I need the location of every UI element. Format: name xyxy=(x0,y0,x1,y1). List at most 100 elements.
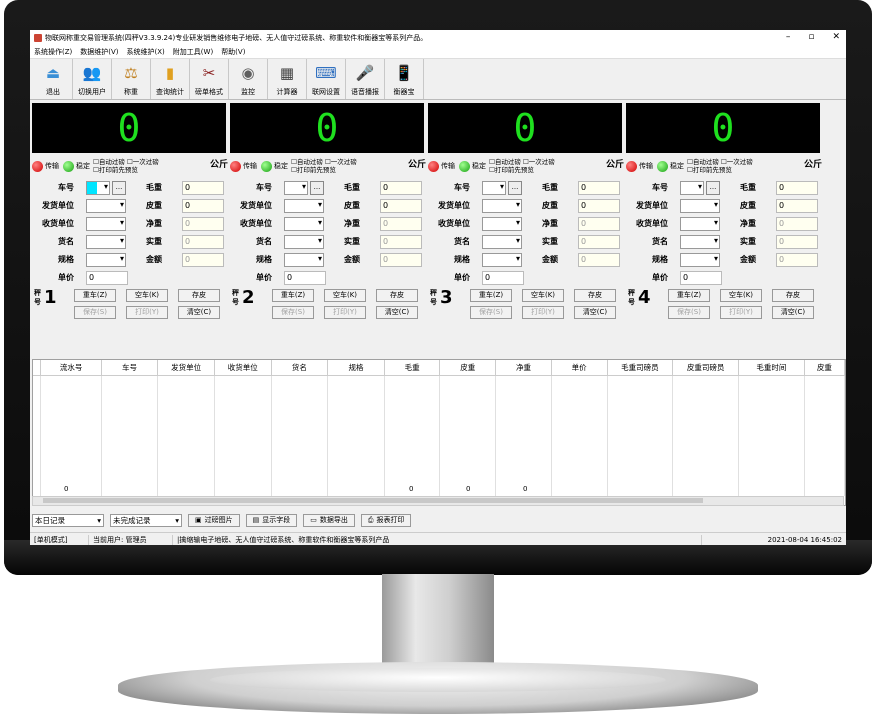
save-button[interactable]: 保存(S) xyxy=(74,306,116,319)
field-select[interactable] xyxy=(284,253,324,267)
save-tare-button[interactable]: 存皮 xyxy=(772,289,814,302)
save-button[interactable]: 保存(S) xyxy=(272,306,314,319)
toolbar-button-2[interactable]: ⚖ 称重 xyxy=(112,59,151,99)
save-tare-button[interactable]: 存皮 xyxy=(574,289,616,302)
field-select[interactable] xyxy=(482,217,522,231)
show-fields-button[interactable]: ▤ 显示字段 xyxy=(245,513,298,527)
field-select[interactable] xyxy=(86,253,126,267)
empty-car-button[interactable]: 空车(K) xyxy=(720,289,762,302)
toolbar-button-5[interactable]: ◉ 监控 xyxy=(229,59,268,99)
column-header[interactable]: 毛重 xyxy=(384,360,441,376)
save-button[interactable]: 保存(S) xyxy=(668,306,710,319)
toolbar-button-3[interactable]: ▮ 查询统计 xyxy=(151,59,190,99)
clear-button[interactable]: 清空(C) xyxy=(574,306,616,319)
column-header[interactable]: 发货单位 xyxy=(157,360,215,376)
save-button[interactable]: 保存(S) xyxy=(470,306,512,319)
column-header[interactable]: 单价 xyxy=(551,360,608,376)
empty-car-button[interactable]: 空车(K) xyxy=(324,289,366,302)
field-select[interactable] xyxy=(284,217,324,231)
field-select[interactable] xyxy=(86,235,126,249)
auto-weigh-checkbox[interactable]: ☐自动过磅 ☐一次过磅 xyxy=(93,158,159,166)
column-header[interactable]: 收货单位 xyxy=(214,360,272,376)
empty-car-button[interactable]: 空车(K) xyxy=(126,289,168,302)
price-input[interactable]: 0 xyxy=(482,271,524,285)
menu-item-maintenance[interactable]: 系统维护(X) xyxy=(127,47,165,57)
column-header[interactable]: 流水号 xyxy=(40,360,102,376)
price-input[interactable]: 0 xyxy=(680,271,722,285)
field-select[interactable] xyxy=(680,217,720,231)
field-select[interactable] xyxy=(284,199,324,213)
gross-button[interactable]: 重车(Z) xyxy=(272,289,314,302)
price-input[interactable]: 0 xyxy=(86,271,128,285)
table-row xyxy=(33,436,845,448)
export-button[interactable]: ▭ 数据导出 xyxy=(303,513,355,527)
plate-browse-button[interactable]: ... xyxy=(112,181,126,195)
toolbar-button-1[interactable]: 👥 切换用户 xyxy=(73,59,112,99)
plate-browse-button[interactable]: ... xyxy=(508,181,522,195)
status-filter-select[interactable]: 未完成记录 xyxy=(110,513,182,527)
price-input[interactable]: 0 xyxy=(284,271,326,285)
maximize-button[interactable]: ▫ xyxy=(808,32,814,42)
column-header[interactable]: 车号 xyxy=(101,360,159,376)
plate-browse-button[interactable]: ... xyxy=(310,181,324,195)
gross-button[interactable]: 重车(Z) xyxy=(668,289,710,302)
column-header[interactable]: 净重 xyxy=(495,360,552,376)
horizontal-scrollbar[interactable] xyxy=(32,496,844,506)
column-header[interactable]: 皮重 xyxy=(804,360,845,376)
save-tare-button[interactable]: 存皮 xyxy=(376,289,418,302)
column-header[interactable]: 皮重 xyxy=(439,360,497,376)
field-select[interactable] xyxy=(86,217,126,231)
empty-car-button[interactable]: 空车(K) xyxy=(522,289,564,302)
clear-button[interactable]: 清空(C) xyxy=(178,306,220,319)
toolbar-button-9[interactable]: 📱 衡器宝 xyxy=(385,59,424,99)
date-filter-select[interactable]: 本日记录 xyxy=(32,513,104,527)
clear-button[interactable]: 清空(C) xyxy=(772,306,814,319)
close-button[interactable]: ✕ xyxy=(832,32,840,42)
print-button[interactable]: 打印(Y) xyxy=(522,306,564,319)
column-header[interactable]: 货名 xyxy=(271,360,329,376)
column-header[interactable]: 规格 xyxy=(327,360,385,376)
field-select[interactable] xyxy=(482,181,506,195)
field-select[interactable] xyxy=(680,235,720,249)
plate-browse-button[interactable]: ... xyxy=(706,181,720,195)
print-preview-checkbox[interactable]: ☐打印前先预览 xyxy=(687,166,753,174)
field-select[interactable] xyxy=(482,199,522,213)
auto-weigh-checkbox[interactable]: ☐自动过磅 ☐一次过磅 xyxy=(489,158,555,166)
print-button[interactable]: 打印(Y) xyxy=(720,306,762,319)
print-preview-checkbox[interactable]: ☐打印前先预览 xyxy=(93,166,159,174)
print-button[interactable]: 打印(Y) xyxy=(324,306,366,319)
field-select[interactable] xyxy=(482,253,522,267)
print-preview-checkbox[interactable]: ☐打印前先预览 xyxy=(291,166,357,174)
field-select[interactable] xyxy=(680,181,704,195)
toolbar-button-8[interactable]: 🎤 语音播报 xyxy=(346,59,385,99)
weigh-images-button[interactable]: ▣ 过磅图片 xyxy=(188,513,240,527)
field-select[interactable] xyxy=(284,235,324,249)
toolbar-button-0[interactable]: ⏏ 退出 xyxy=(34,59,73,99)
auto-weigh-checkbox[interactable]: ☐自动过磅 ☐一次过磅 xyxy=(687,158,753,166)
gross-button[interactable]: 重车(Z) xyxy=(470,289,512,302)
menu-item-help[interactable]: 帮助(V) xyxy=(221,47,245,57)
field-select[interactable] xyxy=(680,199,720,213)
print-button[interactable]: 打印(Y) xyxy=(126,306,168,319)
column-header[interactable]: 毛重时间 xyxy=(738,360,805,376)
auto-weigh-checkbox[interactable]: ☐自动过磅 ☐一次过磅 xyxy=(291,158,357,166)
menu-item-tools[interactable]: 附加工具(W) xyxy=(173,47,213,57)
field-select[interactable] xyxy=(482,235,522,249)
menu-item-data[interactable]: 数据维护(V) xyxy=(80,47,118,57)
field-select[interactable] xyxy=(284,181,308,195)
print-preview-checkbox[interactable]: ☐打印前先预览 xyxy=(489,166,555,174)
report-print-button[interactable]: ⎙ 报表打印 xyxy=(360,513,412,527)
menu-item-system-ops[interactable]: 系统操作(Z) xyxy=(34,47,72,57)
column-header[interactable]: 皮重司磅员 xyxy=(672,360,739,376)
toolbar-button-6[interactable]: ▦ 计算器 xyxy=(268,59,307,99)
column-header[interactable]: 毛重司磅员 xyxy=(607,360,674,376)
minimize-button[interactable]: – xyxy=(786,32,791,42)
toolbar-button-4[interactable]: ✂ 磅单格式 xyxy=(190,59,229,99)
gross-button[interactable]: 重车(Z) xyxy=(74,289,116,302)
clear-button[interactable]: 清空(C) xyxy=(376,306,418,319)
field-select[interactable] xyxy=(680,253,720,267)
field-select[interactable] xyxy=(86,199,126,213)
toolbar-button-7[interactable]: ⌨ 联网设置 xyxy=(307,59,346,99)
save-tare-button[interactable]: 存皮 xyxy=(178,289,220,302)
field-select[interactable] xyxy=(86,181,110,195)
